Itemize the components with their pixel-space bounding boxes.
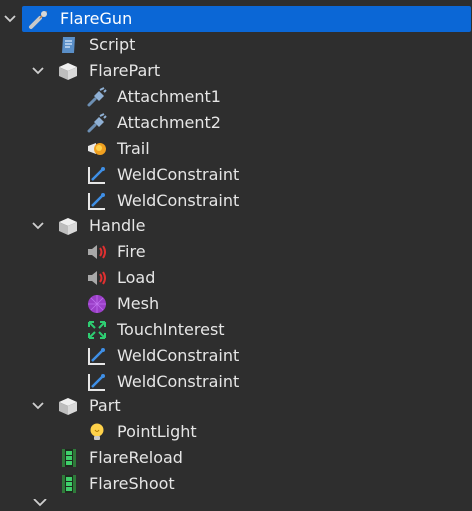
script-icon — [58, 34, 80, 56]
point-light-icon — [86, 421, 108, 443]
tree-item-label: Fire — [117, 242, 146, 261]
tree-item-pointlight[interactable]: PointLight — [0, 419, 472, 445]
tree-item-touchinterest[interactable]: TouchInterest — [0, 317, 472, 343]
tree-item-label: FlareShoot — [89, 474, 175, 493]
tree-item-flarepart[interactable]: FlarePart — [0, 58, 472, 84]
tree-item-script[interactable]: Script — [0, 32, 472, 58]
tree-item-label: Handle — [89, 216, 146, 235]
tree-item-label: Trail — [117, 139, 150, 158]
weld-constraint-icon — [86, 371, 108, 393]
tree-item-fire[interactable]: Fire — [0, 239, 472, 265]
chevron-down-icon[interactable] — [30, 492, 50, 507]
tree-item-flarereload[interactable]: FlareReload — [0, 445, 472, 471]
tree-item-load[interactable]: Load — [0, 265, 472, 291]
tree-item-weldconstraint[interactable]: WeldConstraint — [0, 343, 472, 369]
tree-item-handle[interactable]: Handle — [0, 213, 472, 239]
weld-constraint-icon — [86, 164, 108, 186]
part-icon — [57, 215, 79, 237]
tree-item-label: WeldConstraint — [117, 346, 240, 365]
tree-item-attachment1[interactable]: Attachment1 — [0, 84, 472, 110]
tree-item-label: WeldConstraint — [117, 165, 240, 184]
tree-item-weldconstraint[interactable]: WeldConstraint — [0, 162, 472, 188]
tree-item-weldconstraint[interactable]: WeldConstraint — [0, 188, 472, 214]
attachment-icon — [86, 86, 108, 108]
tree-item-label: FlareGun — [60, 9, 133, 28]
part-icon — [57, 395, 79, 417]
tree-item-label: WeldConstraint — [117, 372, 240, 391]
tree-item-mesh[interactable]: Mesh — [0, 291, 472, 317]
sound-icon — [86, 241, 108, 263]
attachment-icon — [86, 112, 108, 134]
chevron-down-icon[interactable] — [28, 58, 48, 84]
tree-item-label: FlareReload — [89, 448, 183, 467]
tool-icon — [28, 8, 50, 30]
tree-item-label: Attachment2 — [117, 113, 221, 132]
tree-item-label: FlarePart — [89, 61, 161, 80]
weld-constraint-icon — [86, 345, 108, 367]
tree-item-label: WeldConstraint — [117, 191, 240, 210]
tree-item-part[interactable]: Part — [0, 393, 472, 419]
tree-item-flareshoot[interactable]: FlareShoot — [0, 471, 472, 497]
chevron-down-icon[interactable] — [28, 213, 48, 239]
trail-icon — [86, 138, 108, 160]
touch-interest-icon — [86, 319, 108, 341]
tree-item-label: Attachment1 — [117, 87, 221, 106]
tree-item-label: Script — [89, 35, 136, 54]
tree-item-attachment2[interactable]: Attachment2 — [0, 110, 472, 136]
tree-item-label: Part — [89, 396, 121, 415]
sound-icon — [86, 267, 108, 289]
tree-item-flaregun[interactable]: FlareGun — [0, 6, 472, 32]
weld-constraint-icon — [86, 190, 108, 212]
mesh-icon — [86, 293, 108, 315]
tree-item-label: Load — [117, 268, 156, 287]
tree-item-label: Mesh — [117, 294, 160, 313]
tree-item-weldconstraint[interactable]: WeldConstraint — [0, 369, 472, 395]
animation-icon — [58, 473, 80, 495]
tree-item-trail[interactable]: Trail — [0, 136, 472, 162]
chevron-down-icon[interactable] — [0, 6, 20, 32]
tree-item-label: TouchInterest — [117, 320, 225, 339]
tree-item-label: PointLight — [117, 422, 197, 441]
animation-icon — [58, 447, 80, 469]
chevron-down-icon[interactable] — [28, 393, 48, 419]
part-icon — [57, 60, 79, 82]
